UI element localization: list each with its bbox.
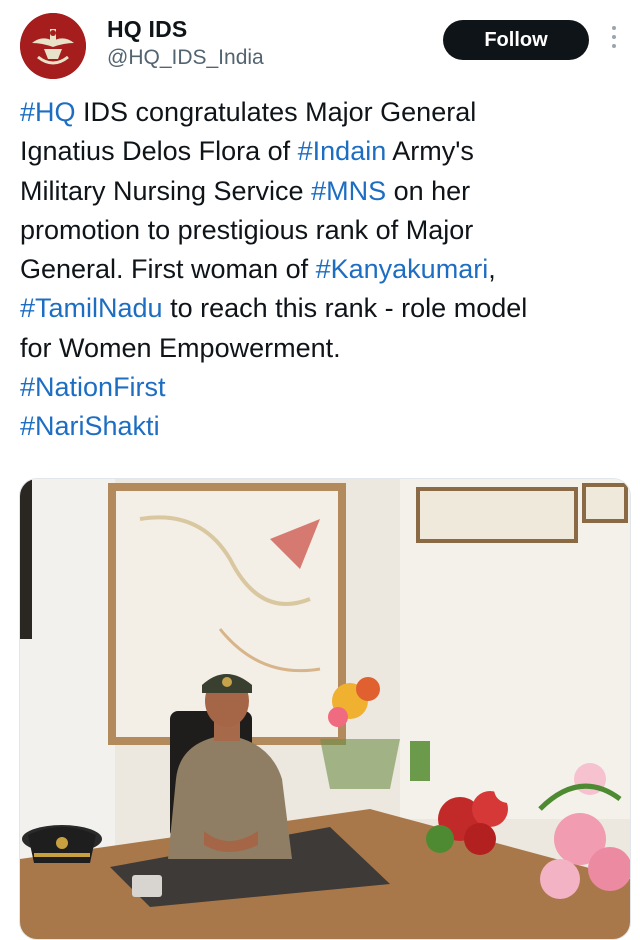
hashtag-link[interactable]: #NariShakti	[20, 411, 160, 441]
hashtag-link[interactable]: #Kanyakumari	[316, 254, 489, 284]
account-name[interactable]: HQ IDS	[107, 16, 187, 43]
photo-icon	[20, 479, 630, 939]
hashtag-link[interactable]: #TamilNadu	[20, 293, 163, 323]
tweet-text-segment: Army's	[386, 136, 474, 167]
follow-button[interactable]: Follow	[443, 20, 589, 60]
tweet-line: #HQ IDS congratulates Major General	[20, 93, 624, 132]
tweet-text-segment: on her	[386, 175, 471, 206]
tweet-header: HQ IDS @HQ_IDS_India Follow	[0, 0, 640, 86]
tweet-line: General. First woman of #Kanyakumari,	[20, 250, 624, 289]
tweet-line: Military Nursing Service #MNS on her	[20, 172, 624, 211]
tweet-text-segment: to reach this rank - role model	[162, 293, 528, 324]
tweet-text: #HQ IDS congratulates Major General Igna…	[20, 93, 624, 447]
tweet-line: for Women Empowerment.	[20, 329, 624, 368]
more-vertical-icon[interactable]	[607, 26, 621, 56]
tweet-line: #NariShakti	[20, 407, 624, 446]
hashtag-link[interactable]: #MNS	[311, 176, 386, 206]
tweet-text-segment: promotion to prestigious rank of Major	[20, 214, 474, 245]
tweet-text-segment: Ignatius Delos Flora of	[20, 136, 298, 167]
tweet-line: #NationFirst	[20, 368, 624, 407]
tweet-text-segment: for Women Empowerment.	[20, 332, 341, 363]
tweet-photo[interactable]	[19, 478, 631, 940]
hashtag-link[interactable]: #NationFirst	[20, 372, 166, 402]
tweet-line: #TamilNadu to reach this rank - role mod…	[20, 289, 624, 328]
tweet-text-segment: ,	[488, 254, 496, 285]
hashtag-link[interactable]: #HQ	[20, 97, 76, 127]
tweet-line: promotion to prestigious rank of Major	[20, 211, 624, 250]
emblem-icon[interactable]	[20, 13, 86, 79]
hashtag-link[interactable]: #Indain	[298, 136, 387, 166]
account-handle[interactable]: @HQ_IDS_India	[107, 46, 264, 70]
tweet-text-segment: General. First woman of	[20, 254, 316, 285]
tweet-text-segment: Military Nursing Service	[20, 175, 312, 206]
tweet-text-segment: IDS congratulates Major General	[75, 97, 477, 127]
tweet-line: Ignatius Delos Flora of #Indain Army's	[20, 132, 624, 171]
